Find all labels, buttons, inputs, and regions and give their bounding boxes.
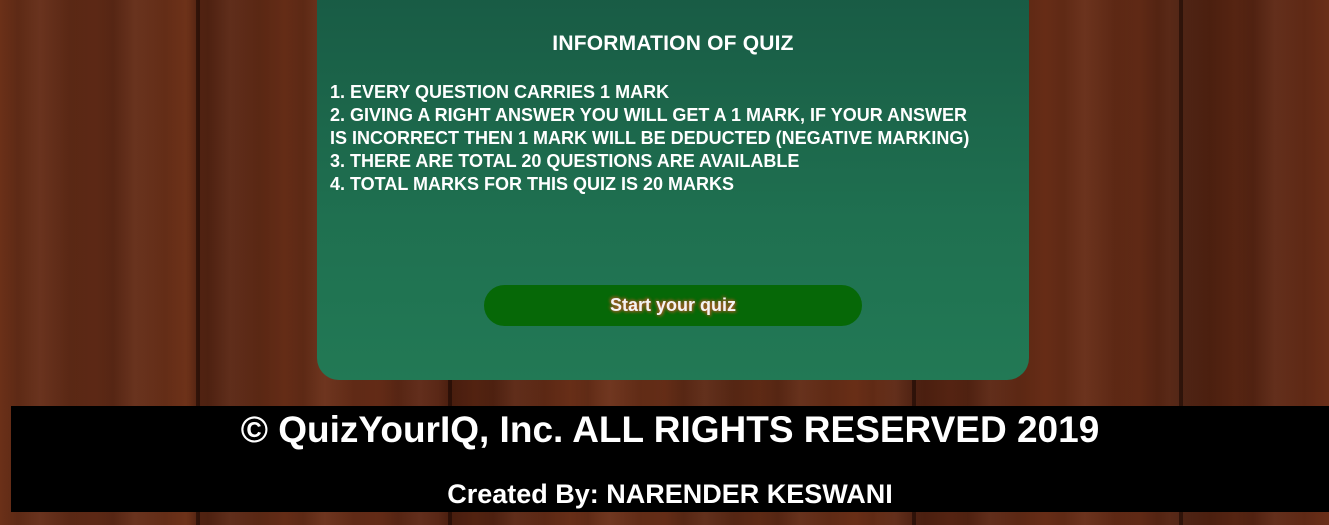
start-quiz-button[interactable]: Start your quiz [484,285,862,326]
quiz-info-panel: INFORMATION OF QUIZ 1. EVERY QUESTION CA… [317,0,1029,380]
rules-list: 1. EVERY QUESTION CARRIES 1 MARK 2. GIVI… [330,81,970,196]
creator-credit: Created By: NARENDER KESWANI [447,479,893,509]
copyright-text: © QuizYourIQ, Inc. ALL RIGHTS RESERVED 2… [240,409,1100,450]
footer: © QuizYourIQ, Inc. ALL RIGHTS RESERVED 2… [11,406,1329,512]
rule-item: 3. THERE ARE TOTAL 20 QUESTIONS ARE AVAI… [330,151,800,171]
rule-item: 4. TOTAL MARKS FOR THIS QUIZ IS 20 MARKS [330,174,735,194]
rule-item: 1. EVERY QUESTION CARRIES 1 MARK [330,82,670,102]
quiz-info-page: { "info": { "title": "INFORMATION OF QUI… [0,0,1329,525]
rule-item: 2. GIVING A RIGHT ANSWER YOU WILL GET A … [330,105,970,148]
info-title: INFORMATION OF QUIZ [552,32,794,55]
